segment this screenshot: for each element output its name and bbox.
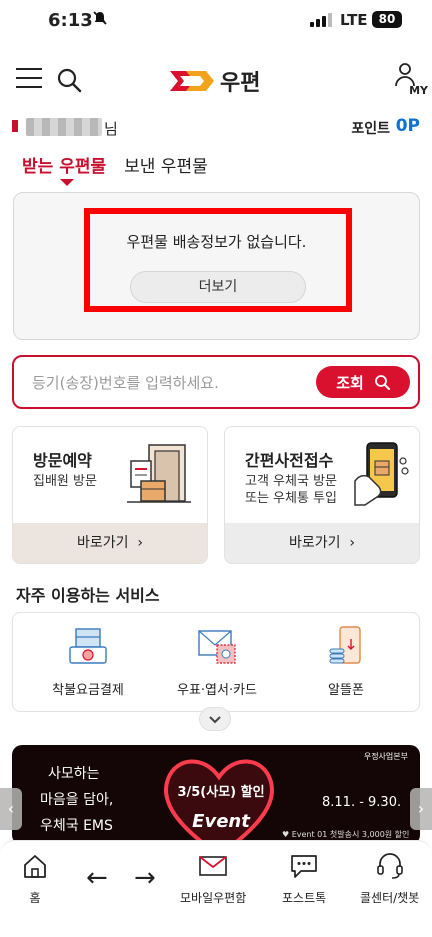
home-icon [24, 855, 46, 878]
cod-payment-icon [69, 628, 107, 664]
nav-callcenter-label: 콜센터/챗봇 [360, 891, 420, 905]
stamp-postcard-label: 우표·엽서·카드 [176, 683, 258, 698]
silent-bell-icon [92, 10, 108, 30]
pre-registration-card[interactable]: 간편사전접수 고객 우체국 방문 또는 우체통 투입 바로가기 › [224, 426, 420, 564]
banner-next-button[interactable]: › [410, 788, 432, 830]
lookup-button[interactable]: 조회 [316, 366, 410, 398]
expand-services-button[interactable] [199, 707, 231, 731]
tracking-number-input[interactable]: 등기(송장)번호를 입력하세요. [32, 372, 219, 393]
nav-posttalk-label: 포스트톡 [282, 891, 327, 905]
visit-reservation-title: 방문예약 [33, 451, 92, 470]
nav-home[interactable]: 홈 [20, 853, 50, 906]
search-icon [374, 375, 390, 390]
promo-banner[interactable]: 사모하는 마음을 담아, 우체국 EMS 3/5(사모) 할인 Event 8.… [12, 745, 420, 845]
nav-posttalk[interactable]: 포스트톡 [282, 853, 326, 906]
door-parcel-icon [127, 444, 191, 503]
chevron-right-icon: › [349, 535, 356, 551]
pre-registration-desc: 고객 우체국 방문 또는 우체통 투입 [245, 474, 337, 506]
pre-registration-go-button[interactable]: 바로가기 › [225, 523, 419, 563]
phone-parcel-icon [354, 442, 409, 506]
my-label: MY [409, 84, 428, 97]
user-name-masked [26, 118, 102, 136]
frequent-services-title: 자주 이용하는 서비스 [16, 586, 160, 605]
banner-line-1: 사모하는 [48, 766, 100, 782]
banner-event: Event [192, 811, 250, 832]
budget-phone-label: 알뜰폰 [328, 683, 364, 698]
nav-callcenter[interactable]: 콜센터/챗봇 [360, 853, 419, 906]
visit-reservation-desc: 집배원 방문 [33, 474, 97, 489]
banner-line-2: 마음을 담아, [40, 792, 114, 808]
hamburger-menu-icon[interactable] [16, 68, 42, 90]
user-info-row: 님 포인트 0P [12, 116, 420, 140]
chevron-right-icon: › [137, 535, 144, 551]
signal-icon [310, 13, 332, 27]
banner-prev-button[interactable]: ‹ [0, 788, 22, 830]
highlight-box [84, 208, 352, 312]
status-time: 6:13 [48, 10, 93, 31]
user-mark [12, 120, 18, 132]
point-label: 포인트 [351, 121, 390, 137]
frequent-services-box: 착불요금결제 우표·엽서·카드 알뜰폰 [12, 612, 420, 712]
banner-org: 우정사업본부 [363, 752, 408, 761]
tracking-search-bar[interactable]: 등기(송장)번호를 입력하세요. 조회 [12, 355, 420, 409]
visit-reservation-card[interactable]: 방문예약 집배원 방문 바로가기 › [12, 426, 208, 564]
mail-tabs: 받는 우편물 보낸 우편물 [22, 152, 208, 182]
forward-arrow-icon[interactable]: → [134, 863, 156, 893]
tab-sent-mail[interactable]: 보낸 우편물 [124, 152, 208, 182]
nav-home-label: 홈 [29, 891, 41, 905]
bottom-navigation: 홈 ← → 모바일우편함 포스트톡 콜센터/챗봇 [0, 840, 432, 937]
stamp-postcard-item[interactable]: 우표·엽서·카드 [152, 625, 282, 698]
chat-bubble-icon [291, 855, 317, 878]
battery-icon: 80 [372, 11, 402, 28]
pre-registration-title: 간편사전접수 [245, 451, 334, 470]
point-value[interactable]: 0P [396, 116, 420, 136]
active-tab-indicator [60, 179, 74, 186]
search-icon[interactable] [56, 67, 82, 93]
cod-payment-label: 착불요금결제 [52, 683, 124, 698]
status-bar: 6:13 LTE 80 [0, 0, 432, 44]
banner-promo: 3/5(사모) 할인 [177, 785, 265, 800]
nav-mobile-mailbox[interactable]: 모바일우편함 [180, 853, 246, 906]
banner-line-3: 우체국 EMS [40, 818, 113, 834]
visit-reservation-go-button[interactable]: 바로가기 › [13, 523, 207, 563]
cod-payment-item[interactable]: 착불요금결제 [23, 625, 153, 698]
banner-period: 8.11. - 9.30. [322, 795, 402, 810]
app-logo[interactable]: 우편 [170, 66, 260, 96]
back-arrow-icon[interactable]: ← [86, 863, 108, 893]
tab-received-mail[interactable]: 받는 우편물 [22, 152, 106, 182]
lookup-button-label: 조회 [336, 373, 364, 392]
chevron-down-icon [209, 716, 221, 724]
user-name-suffix: 님 [104, 120, 118, 138]
mailbox-icon [199, 856, 227, 876]
logo-text: 우편 [220, 71, 261, 96]
banner-fine-print: ♥ Event 01 첫발송시 3,000원 할인 [282, 830, 410, 839]
budget-phone-item[interactable]: 알뜰폰 [281, 625, 411, 698]
stamp-postcard-icon [198, 630, 236, 664]
korea-post-logo-icon [170, 71, 214, 91]
budget-phone-icon [329, 626, 361, 664]
app-header: 우편 MY [0, 58, 432, 104]
headset-icon [376, 853, 403, 879]
network-type: LTE [340, 11, 368, 29]
nav-mobile-mailbox-label: 모바일우편함 [180, 891, 247, 905]
